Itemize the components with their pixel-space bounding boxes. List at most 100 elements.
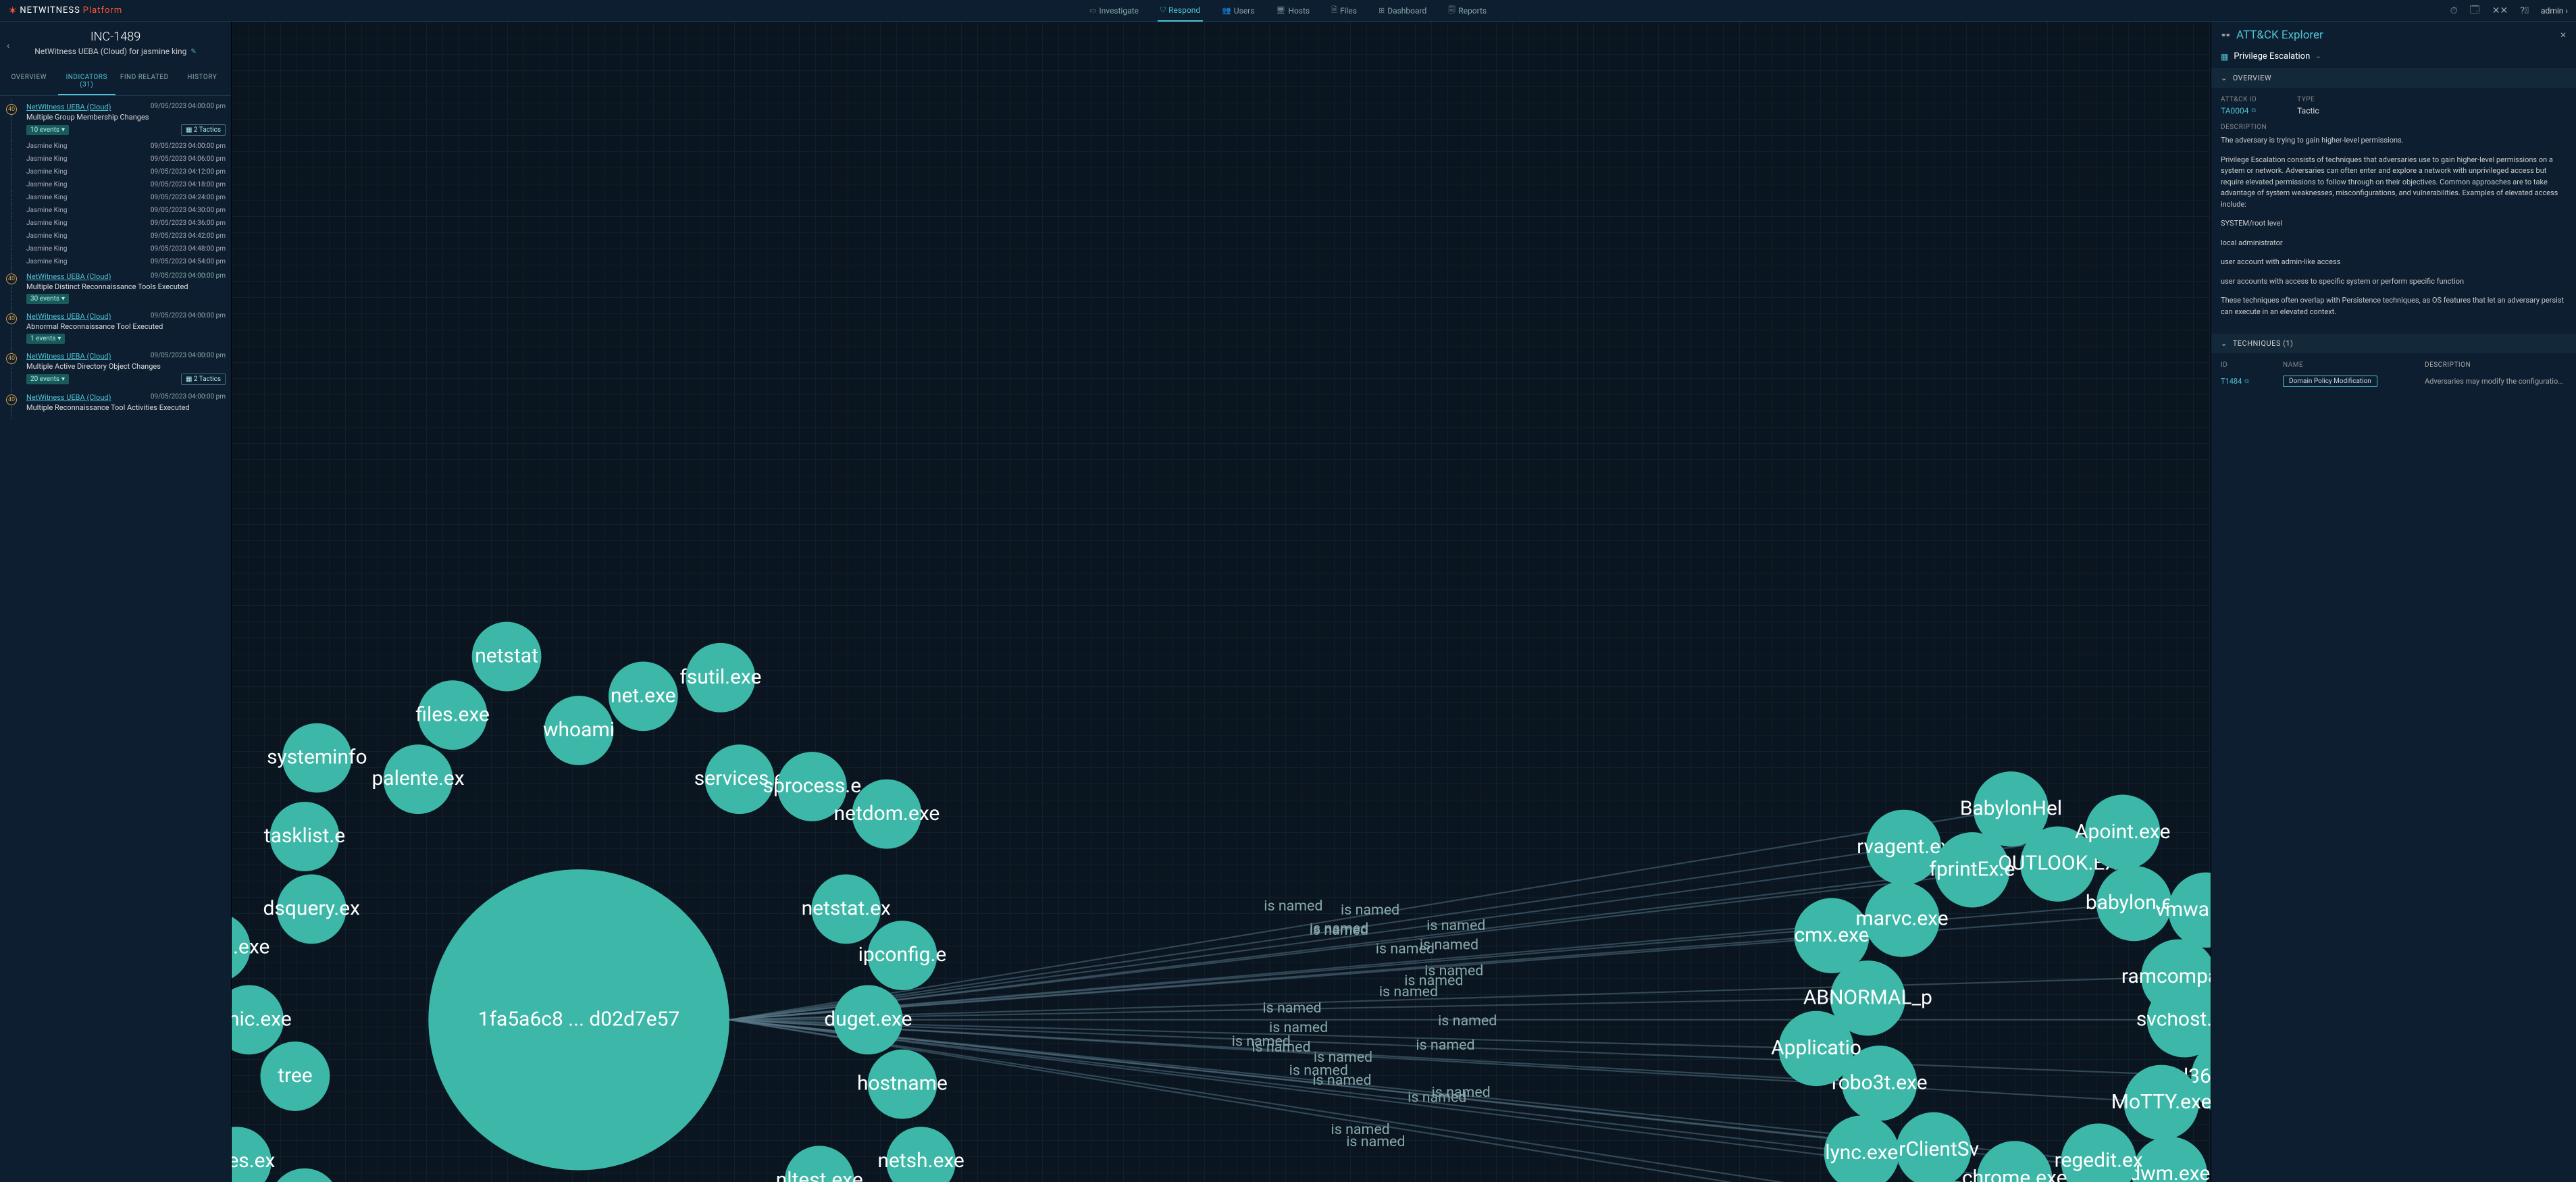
nav-respond[interactable]: ⛉Respond	[1158, 0, 1203, 22]
graph-node[interactable]	[270, 802, 340, 871]
graph-node[interactable]	[686, 643, 755, 713]
sub-event-row[interactable]: Jasmine King09/05/2023 04:48:00 pm	[11, 242, 226, 255]
technique-id-link[interactable]: T1484⧉	[2221, 377, 2283, 386]
graph-node[interactable]	[777, 752, 847, 821]
indicator-source-link[interactable]: NetWitness UEBA (Cloud)	[26, 272, 111, 281]
graph-node[interactable]	[1977, 1141, 2052, 1182]
events-pill[interactable]: 1 events ▾	[26, 334, 65, 344]
sub-event-row[interactable]: Jasmine King09/05/2023 04:00:00 pm	[11, 140, 226, 153]
user-menu[interactable]: admin ›	[2541, 6, 2568, 16]
graph-node[interactable]	[472, 622, 542, 692]
graph-node[interactable]	[232, 985, 284, 1054]
indicator-source-link[interactable]: NetWitness UEBA (Cloud)	[26, 312, 111, 321]
tab-find-related[interactable]: FIND RELATED	[115, 68, 174, 95]
chevron-down-icon: ▾	[61, 376, 65, 383]
graph-node[interactable]	[705, 744, 775, 814]
edit-icon[interactable]: ✎	[190, 48, 196, 55]
sub-event-row[interactable]: Jasmine King09/05/2023 04:12:00 pm	[11, 165, 226, 178]
graph-node[interactable]	[2123, 1065, 2198, 1140]
graph-node[interactable]	[384, 744, 453, 814]
section-overview-header[interactable]: ⌄ OVERVIEW	[2211, 68, 2576, 88]
graph-node[interactable]	[232, 913, 251, 982]
graph-node[interactable]	[277, 875, 346, 944]
sub-event-row[interactable]: Jasmine King09/05/2023 04:36:00 pm	[11, 217, 226, 230]
sub-event-row[interactable]: Jasmine King09/05/2023 04:54:00 pm	[11, 255, 226, 268]
indicator-item[interactable]: 40 NetWitness UEBA (Cloud) 09/05/2023 04…	[11, 308, 226, 348]
technique-name-pill[interactable]: Domain Policy Modification	[2283, 376, 2377, 387]
graph-node[interactable]	[232, 1127, 272, 1182]
attck-id-link[interactable]: TA0004⧉	[2221, 106, 2257, 115]
graph-node[interactable]	[868, 921, 937, 990]
nav-reports[interactable]: 🗐Reports	[1445, 0, 1489, 22]
tab-overview[interactable]: OVERVIEW	[0, 68, 58, 95]
graph-node[interactable]	[282, 723, 352, 793]
sub-event-row[interactable]: Jasmine King09/05/2023 04:18:00 pm	[11, 178, 226, 191]
sub-event-row[interactable]: Jasmine King09/05/2023 04:06:00 pm	[11, 153, 226, 165]
graph-node[interactable]	[811, 875, 881, 944]
graph-center-node[interactable]	[428, 869, 729, 1170]
events-pill[interactable]: 30 events ▾	[26, 294, 69, 304]
graph-node[interactable]	[868, 1050, 937, 1119]
help-icon[interactable]: ?⃝	[2520, 5, 2529, 16]
tools-icon[interactable]: ✕✕	[2492, 5, 2508, 16]
graph-edge	[729, 1020, 2211, 1077]
chevron-down-icon: ▾	[61, 295, 65, 303]
nav-hosts[interactable]: 🖥Hosts	[1273, 0, 1312, 22]
nav-investigate[interactable]: ▭Investigate	[1087, 0, 1141, 22]
graph-node[interactable]	[260, 1042, 330, 1111]
sub-event-row[interactable]: Jasmine King09/05/2023 04:42:00 pm	[11, 230, 226, 242]
events-pill[interactable]: 10 events ▾	[26, 125, 69, 135]
graph-node[interactable]	[418, 680, 488, 750]
graph-node[interactable]	[1842, 1046, 1917, 1121]
graph-node[interactable]	[833, 985, 903, 1054]
graph-node[interactable]	[852, 779, 922, 849]
relation-graph[interactable]: is namedis namedis namedis namedis named…	[232, 22, 2211, 1182]
section-techniques-header[interactable]: ⌄ TECHNIQUES (1)	[2211, 334, 2576, 353]
graph-node[interactable]	[2085, 795, 2160, 870]
events-pill[interactable]: 20 events ▾	[26, 374, 69, 384]
graph-node[interactable]	[1864, 881, 1939, 956]
indicator-item[interactable]: 40 NetWitness UEBA (Cloud) 09/05/2023 04…	[11, 389, 226, 419]
nav-files[interactable]: 🗎Files	[1329, 0, 1360, 22]
graph-node[interactable]	[609, 661, 678, 731]
graph-node[interactable]	[2168, 873, 2211, 948]
back-arrow-icon[interactable]: ‹	[7, 41, 9, 51]
sub-event-row[interactable]: Jasmine King 09/05/2023 04:30:00 pm	[11, 204, 226, 217]
nav-users[interactable]: 👥Users	[1219, 0, 1257, 22]
graph-node[interactable]	[270, 1168, 340, 1182]
graph-node[interactable]	[1824, 1116, 1899, 1182]
graph-node[interactable]	[2096, 866, 2171, 941]
graph-node[interactable]	[2061, 1123, 2136, 1182]
tab-indicators[interactable]: INDICATORS (31)	[58, 68, 116, 95]
graph-node[interactable]	[1866, 810, 1941, 885]
indicator-title: Abnormal Reconnaissance Tool Executed	[26, 322, 226, 331]
graph-node[interactable]	[544, 696, 614, 765]
chevron-down-icon[interactable]: ⌄	[2315, 53, 2321, 60]
logo[interactable]: ✶ NETWITNESS Platform	[8, 4, 122, 17]
jobs-icon[interactable]: 🗔	[2470, 3, 2480, 19]
graph-node[interactable]	[2020, 826, 2095, 901]
close-icon[interactable]: ✕	[2560, 30, 2567, 40]
indicator-source-link[interactable]: NetWitness UEBA (Cloud)	[26, 393, 111, 402]
indicator-source-link[interactable]: NetWitness UEBA (Cloud)	[26, 352, 111, 361]
graph-node[interactable]	[2132, 1137, 2207, 1182]
graph-node[interactable]	[886, 1127, 956, 1182]
nav-dashboard[interactable]: ⊞Dashboard	[1376, 0, 1429, 22]
graph-node[interactable]	[1794, 898, 1869, 973]
logo-text: NETWITNESS	[20, 5, 80, 16]
timer-icon[interactable]: ⏱	[2450, 5, 2458, 16]
sub-event-row[interactable]: Jasmine King09/05/2023 04:24:00 pm	[11, 191, 226, 204]
indicator-source-link[interactable]: NetWitness UEBA (Cloud)	[26, 103, 111, 111]
tactics-pill[interactable]: ▦ 2 Tactics	[181, 124, 226, 136]
sub-event-name: Jasmine King	[26, 207, 67, 214]
graph-node[interactable]	[785, 1146, 854, 1182]
tab-history[interactable]: HISTORY	[174, 68, 232, 95]
tactics-pill[interactable]: ▦ 2 Tactics	[181, 374, 226, 385]
indicator-date: 09/05/2023 04:00:00 pm	[151, 352, 226, 359]
graph-node[interactable]	[1896, 1112, 1971, 1182]
indicator-item[interactable]: 40 NetWitness UEBA (Cloud) 09/05/2023 04…	[11, 348, 226, 389]
indicator-item[interactable]: 40 NetWitness UEBA (Cloud) 09/05/2023 04…	[11, 99, 226, 140]
sub-event-date: 09/05/2023 04:30:00 pm	[151, 207, 226, 214]
indicator-item[interactable]: 40 NetWitness UEBA (Cloud) 09/05/2023 04…	[11, 268, 226, 308]
indicator-title: Multiple Reconnaissance Tool Activities …	[26, 403, 226, 412]
